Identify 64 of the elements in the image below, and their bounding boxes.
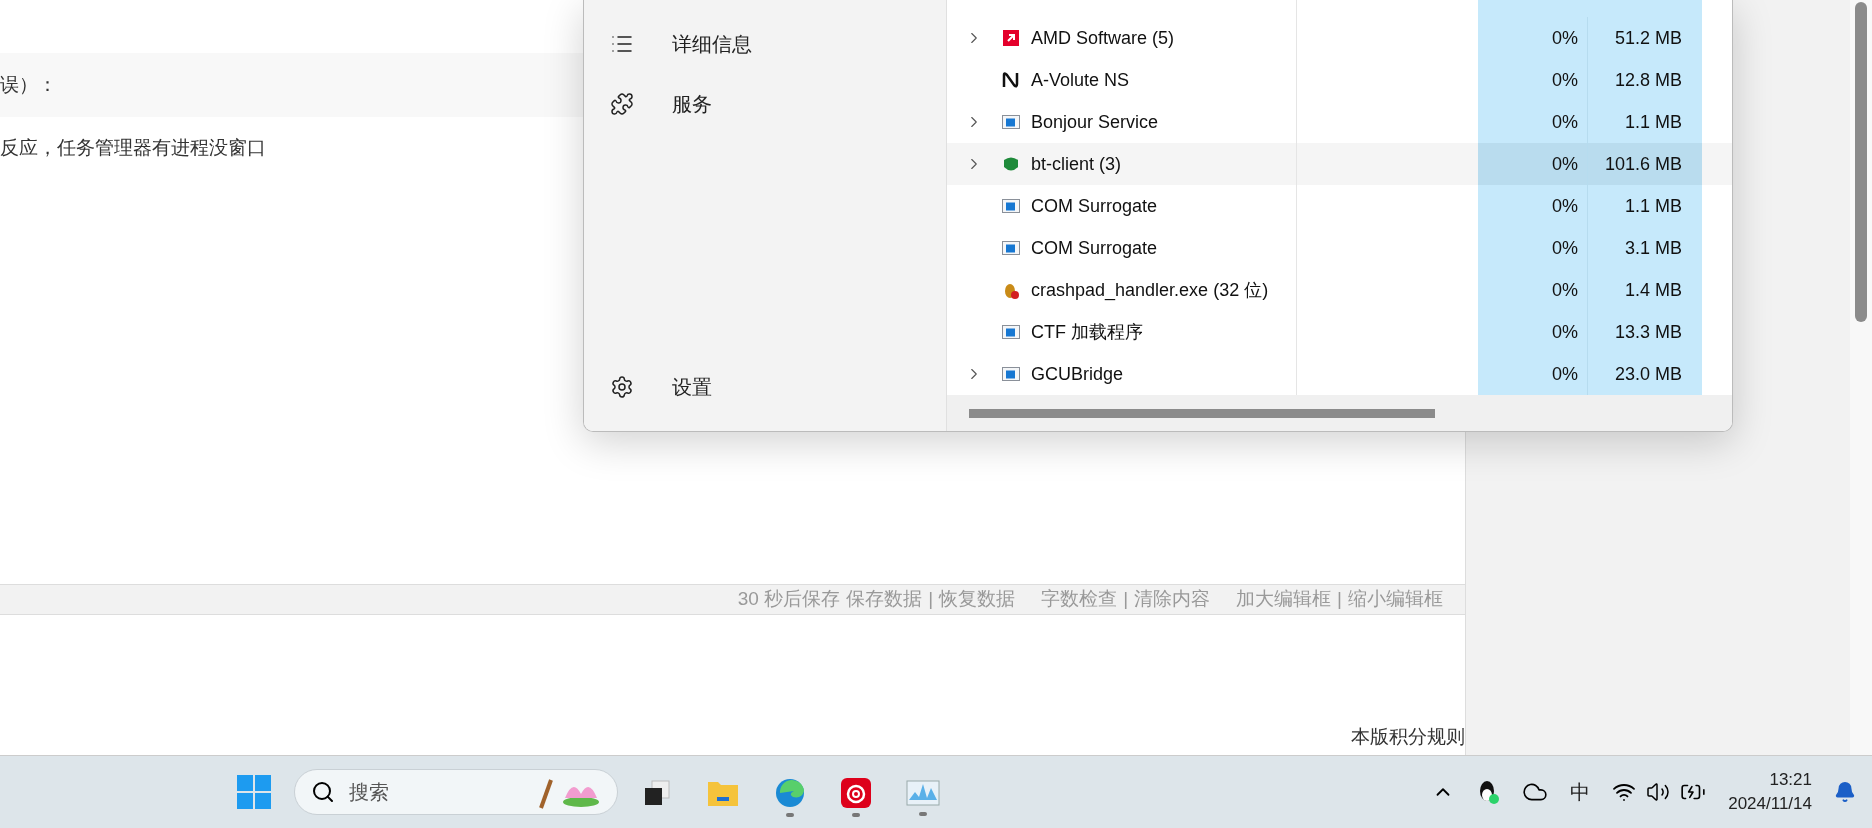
process-name: GCUBridge — [1031, 362, 1124, 386]
cpu-cell: 0% — [1478, 311, 1588, 353]
app-logo-icon — [1001, 28, 1021, 48]
date-text: 2024/11/14 — [1728, 793, 1812, 815]
task-view-icon[interactable] — [642, 778, 672, 808]
running-indicator — [919, 812, 927, 816]
cpu-cell: 0% — [1478, 227, 1588, 269]
window-icon — [1001, 196, 1021, 216]
cpu-cell: 0% — [1478, 185, 1588, 227]
separator-text: | — [1337, 587, 1342, 612]
process-name: CTF 加载程序 — [1031, 320, 1143, 344]
search-placeholder: 搜索 — [349, 780, 390, 805]
autosave-status: 30 秒后保存 — [737, 587, 841, 612]
memory-cell: 51.2 MB — [1588, 17, 1702, 59]
clock[interactable]: 13:21 2024/11/14 — [1728, 768, 1812, 816]
memory-cell: 101.6 MB — [1588, 143, 1702, 185]
window-icon — [1001, 364, 1021, 384]
footer-link[interactable]: 本版积分规则 — [1351, 722, 1465, 751]
process-row[interactable]: bt-client (3) 0% 101.6 MB — [947, 143, 1732, 185]
cpu-cell: 0% — [1478, 59, 1588, 101]
music-app-icon[interactable] — [840, 777, 872, 809]
body-text: 反应，任务管理器有进程没窗口 — [0, 135, 266, 160]
cpu-cell: 0% — [1478, 269, 1588, 311]
sidebar-item[interactable]: 服务 — [584, 74, 946, 134]
process-name: A-Volute NS — [1031, 68, 1130, 92]
cpu-cell: 0% — [1478, 17, 1588, 59]
cpu-cell: 0% — [1478, 143, 1588, 185]
cpu-cell: 0% — [1478, 101, 1588, 143]
time-text: 13:21 — [1769, 769, 1812, 791]
sidebar-item[interactable]: 详细信息 — [584, 14, 946, 74]
puzzle-icon — [610, 92, 634, 116]
volume-icon[interactable] — [1646, 780, 1671, 804]
memory-cell: 3.1 MB — [1588, 227, 1702, 269]
memory-cell: 12.8 MB — [1588, 59, 1702, 101]
running-indicator — [852, 813, 860, 817]
separator-text: | — [928, 587, 934, 612]
process-name: COM Surrogate — [1031, 194, 1158, 218]
memory-cell: 1.1 MB — [1588, 185, 1702, 227]
band-text: 误）： — [0, 72, 57, 97]
cpu-cell: 0% — [1478, 353, 1588, 395]
process-name: Bonjour Service — [1031, 110, 1159, 134]
scrollbar-thumb[interactable] — [1855, 2, 1867, 322]
start-icon[interactable] — [236, 774, 272, 810]
separator-text: | — [1123, 587, 1129, 612]
window-icon — [1001, 322, 1021, 342]
memory-cell: 1.4 MB — [1588, 269, 1702, 311]
memory-cell: 23.0 MB — [1588, 353, 1702, 395]
process-name: COM Surrogate — [1031, 236, 1158, 260]
settings-item[interactable]: 设置 — [584, 357, 946, 417]
scrollbar-thumb[interactable] — [969, 408, 1435, 418]
window-icon — [1001, 112, 1021, 132]
process-name: bt-client (3) — [1031, 152, 1122, 176]
memory-cell: 13.3 MB — [1588, 311, 1702, 353]
settings-icon — [610, 375, 634, 399]
browser-icon[interactable] — [774, 777, 806, 809]
notification-bell-icon[interactable] — [1834, 781, 1856, 803]
search-icon — [311, 780, 335, 804]
running-indicator — [786, 813, 794, 817]
process-name: crashpad_handler.exe (32 位) — [1031, 278, 1269, 303]
memory-cell: 1.1 MB — [1588, 101, 1702, 143]
process-name: AMD Software (5) — [1031, 26, 1175, 50]
ime-indicator[interactable]: 中 — [1570, 777, 1591, 807]
search-field[interactable]: 搜索 — [294, 769, 618, 815]
window-icon — [1001, 238, 1021, 258]
